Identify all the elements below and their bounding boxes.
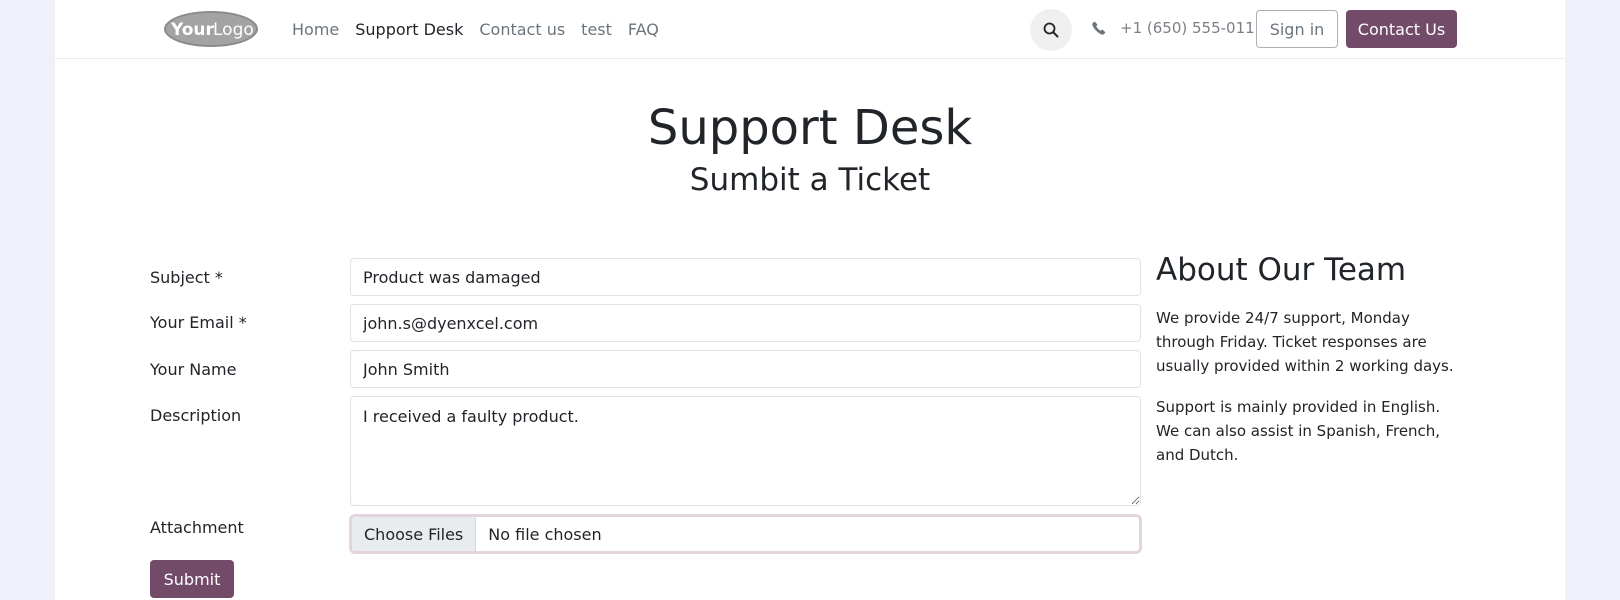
description-label: Description — [150, 406, 242, 425]
about-paragraph-2: Support is mainly provided in English. W… — [1156, 398, 1441, 464]
about-title: About Our Team — [1156, 252, 1407, 288]
contact-us-button[interactable]: Contact Us — [1346, 10, 1457, 48]
phone-contact[interactable]: +1 (650) 555-0111 — [1092, 19, 1264, 37]
subject-input[interactable] — [350, 258, 1141, 296]
nav-faq[interactable]: FAQ — [628, 19, 659, 41]
file-status: No file chosen — [488, 524, 602, 544]
attachment-input[interactable]: Choose Files No file chosen — [349, 514, 1142, 554]
site-header: Your Logo Home Support Desk Contact us t… — [55, 0, 1565, 59]
svg-text:Logo: Logo — [213, 20, 254, 40]
name-input[interactable] — [350, 350, 1141, 388]
description-textarea[interactable]: I received a faulty product. — [350, 396, 1141, 506]
submit-button[interactable]: Submit — [150, 560, 234, 598]
main-nav: Home Support Desk Contact us test FAQ — [292, 19, 675, 41]
attachment-label: Attachment — [150, 518, 244, 537]
search-button[interactable] — [1030, 9, 1072, 51]
svg-text:Your: Your — [170, 20, 215, 40]
sign-in-button[interactable]: Sign in — [1256, 10, 1338, 48]
nav-test[interactable]: test — [581, 19, 612, 41]
subject-label: Subject * — [150, 268, 223, 287]
phone-icon — [1092, 21, 1106, 35]
nav-contact-us[interactable]: Contact us — [479, 19, 565, 41]
page: Your Logo Home Support Desk Contact us t… — [55, 0, 1565, 600]
name-label: Your Name — [150, 360, 237, 379]
phone-number: +1 (650) 555-0111 — [1120, 19, 1265, 37]
email-label: Your Email * — [150, 313, 247, 332]
nav-home[interactable]: Home — [292, 19, 339, 41]
search-icon — [1043, 22, 1059, 38]
email-field[interactable] — [350, 304, 1141, 342]
logo[interactable]: Your Logo — [163, 9, 259, 49]
about-paragraph-1: We provide 24/7 support, Monday through … — [1156, 309, 1454, 375]
choose-files-button[interactable]: Choose Files — [352, 517, 477, 551]
page-subtitle: Sumbit a Ticket — [689, 162, 931, 198]
nav-support-desk[interactable]: Support Desk — [355, 19, 463, 41]
page-title: Support Desk — [647, 100, 973, 156]
